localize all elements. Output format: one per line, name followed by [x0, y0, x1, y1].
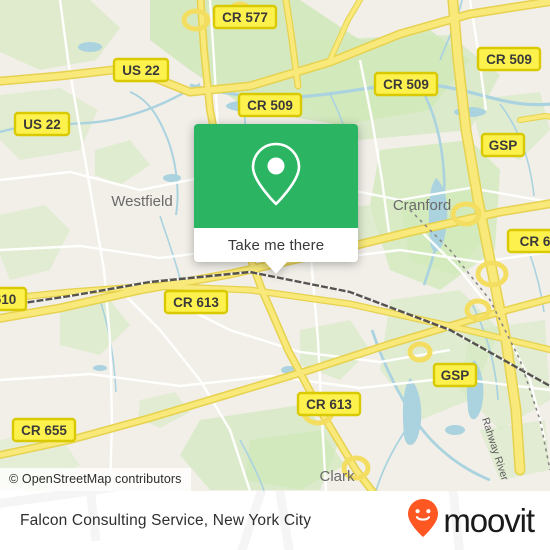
road-shield: CR 509: [237, 92, 303, 118]
location-popup[interactable]: Take me there: [194, 124, 358, 274]
moovit-pin-smiley-icon: [407, 498, 439, 543]
road-shield: 610: [0, 286, 28, 312]
footer-bar: Falcon Consulting Service, New York City…: [0, 491, 550, 550]
road-shield: CR 509: [476, 46, 542, 72]
road-shield: CR 655: [11, 417, 77, 443]
svg-text:CR 509: CR 509: [383, 77, 429, 92]
svg-text:GSP: GSP: [489, 138, 518, 153]
svg-text:610: 610: [0, 292, 16, 307]
road-shield: CR 613: [296, 391, 362, 417]
svg-text:CR 655: CR 655: [21, 423, 67, 438]
place-label: Westfield: [111, 193, 172, 210]
svg-text:CR 509: CR 509: [247, 98, 293, 113]
road-shield: CR 6: [506, 228, 550, 254]
road-shield: GSP: [432, 362, 478, 388]
svg-text:CR 577: CR 577: [222, 10, 268, 25]
place-label: Clark: [319, 468, 355, 485]
svg-text:CR 613: CR 613: [173, 295, 219, 310]
page-title: Falcon Consulting Service, New York City: [20, 511, 312, 529]
road-shield: CR 577: [212, 4, 278, 30]
take-me-there-button[interactable]: Take me there: [194, 228, 358, 262]
road-shield: US 22: [13, 111, 71, 137]
map-pin-icon: [249, 141, 303, 212]
svg-text:CR 509: CR 509: [486, 52, 532, 67]
moovit-brand[interactable]: moovit: [407, 491, 535, 550]
place-label: Cranford: [393, 197, 451, 214]
svg-text:GSP: GSP: [441, 368, 470, 383]
osm-attribution[interactable]: © OpenStreetMap contributors: [0, 468, 191, 491]
svg-text:CR 613: CR 613: [306, 397, 352, 412]
svg-text:US 22: US 22: [23, 117, 61, 132]
road-shield: US 22: [112, 57, 170, 83]
svg-text:US 22: US 22: [122, 63, 160, 78]
road-shield: GSP: [480, 132, 526, 158]
map-screenshot: Westfield Cranford Clark Rahway River CR 57…: [0, 0, 550, 550]
popup-icon-area[interactable]: [194, 124, 358, 228]
road-shield: CR 613: [163, 289, 229, 315]
popup-tail: [265, 262, 287, 274]
road-shield: CR 509: [373, 71, 439, 97]
svg-text:CR 6: CR 6: [520, 234, 550, 249]
moovit-wordmark: moovit: [443, 502, 535, 539]
